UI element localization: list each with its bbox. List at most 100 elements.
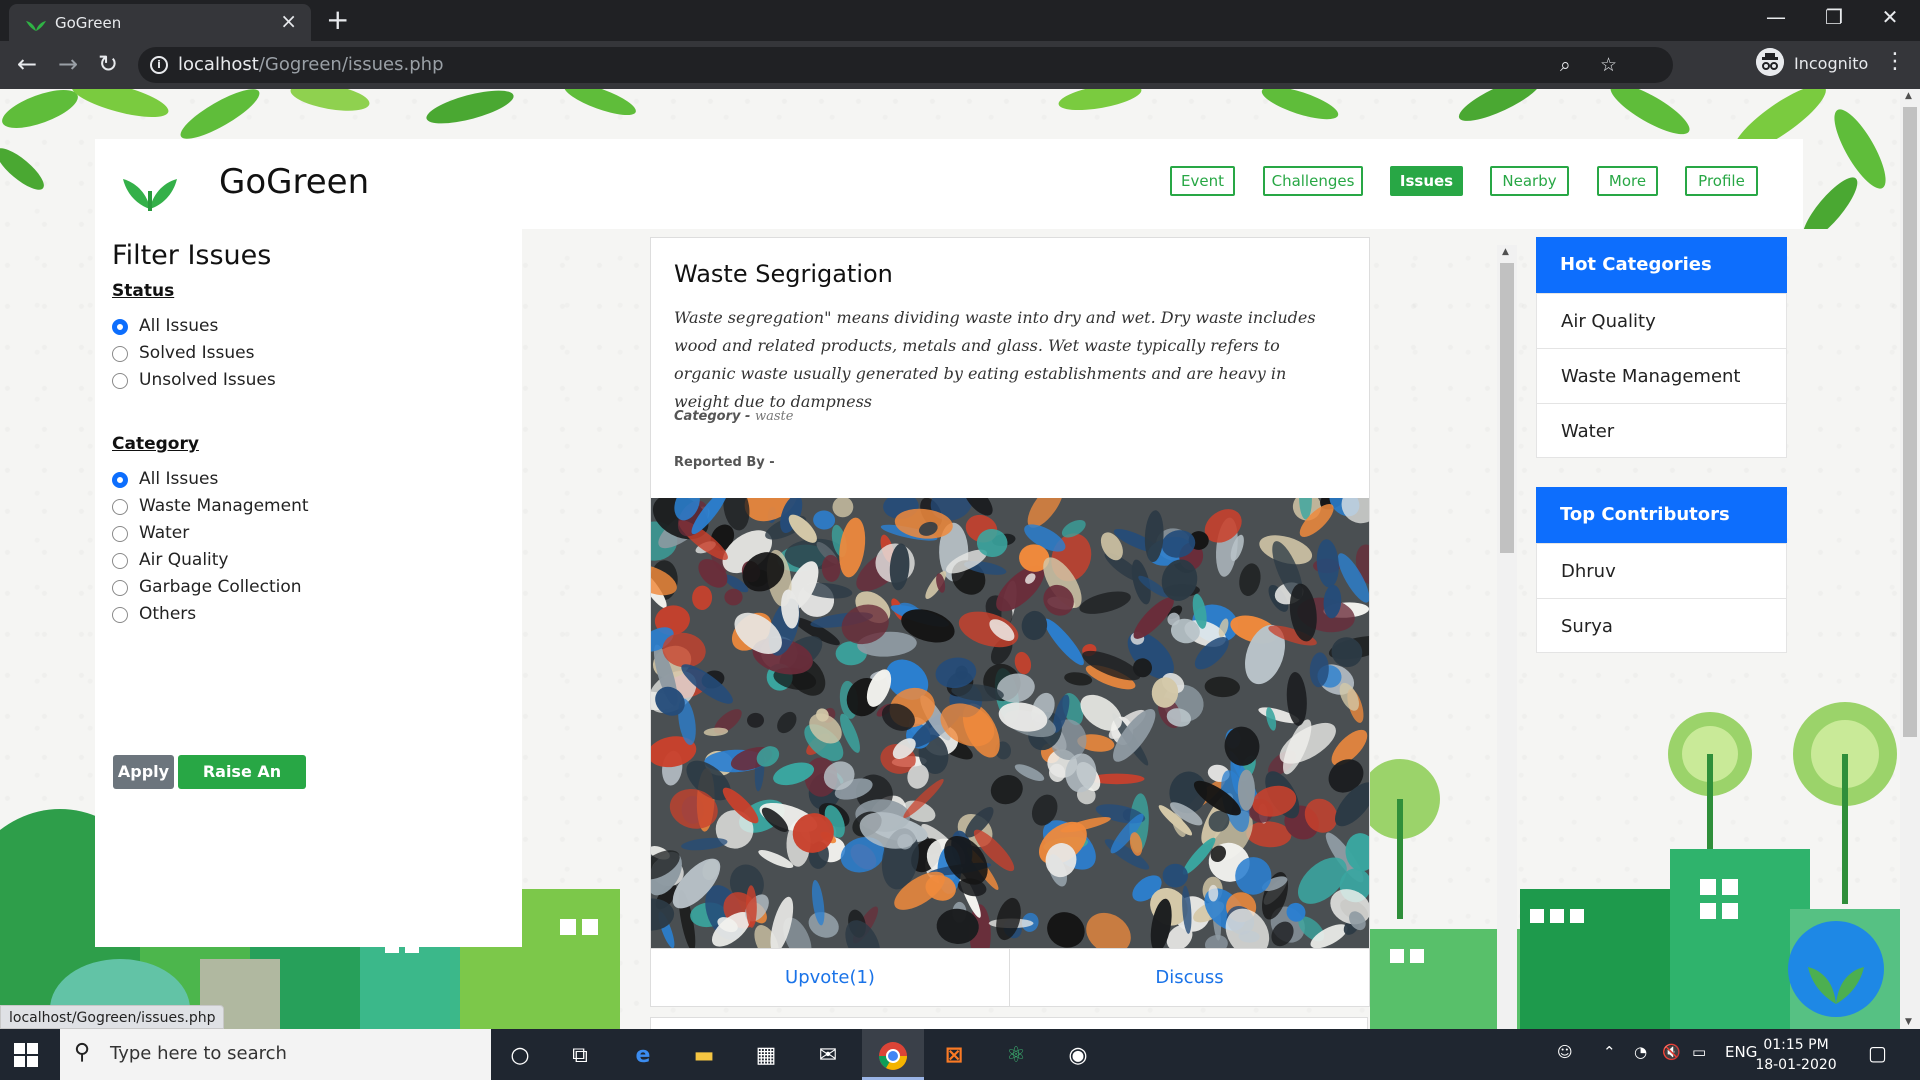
hot-category-item[interactable]: Waste Management bbox=[1536, 348, 1787, 403]
nav-event[interactable]: Event bbox=[1170, 166, 1235, 196]
close-window-icon[interactable]: ✕ bbox=[1870, 6, 1910, 28]
network-icon[interactable]: ◔ bbox=[1634, 1043, 1647, 1061]
back-icon[interactable]: ← bbox=[12, 51, 42, 77]
scroll-up-icon[interactable]: ▲ bbox=[1502, 247, 1509, 257]
task-view-icon[interactable]: ⧉ bbox=[562, 1038, 598, 1074]
page-scroll-up-icon[interactable]: ▲ bbox=[1905, 91, 1912, 101]
filter-title: Filter Issues bbox=[112, 240, 272, 271]
radio-button[interactable] bbox=[112, 553, 128, 569]
nav-nearby[interactable]: Nearby bbox=[1490, 166, 1569, 196]
incognito-indicator[interactable]: Incognito bbox=[1756, 48, 1868, 82]
store-icon[interactable]: ▦ bbox=[748, 1038, 784, 1074]
radio-button[interactable] bbox=[112, 373, 128, 389]
discuss-button[interactable]: Discuss bbox=[1010, 949, 1369, 1007]
feed-scrollbar[interactable]: ▲ bbox=[1497, 245, 1517, 1029]
forward-icon[interactable]: → bbox=[53, 51, 83, 77]
issue-title: Waste Segrigation bbox=[674, 260, 893, 288]
radio-button[interactable] bbox=[112, 526, 128, 542]
search-icon: ⚲ bbox=[74, 1040, 91, 1065]
leaf-favicon-icon bbox=[26, 21, 46, 31]
nav-more[interactable]: More bbox=[1597, 166, 1658, 196]
feed-scroll-thumb[interactable] bbox=[1500, 263, 1514, 553]
issue-description: Waste segregation" means dividing waste … bbox=[674, 308, 1316, 411]
nav-issues[interactable]: Issues bbox=[1390, 166, 1463, 196]
contributor-item[interactable]: Dhruv bbox=[1536, 543, 1787, 598]
file-explorer-icon[interactable]: ▬ bbox=[686, 1038, 722, 1074]
url-text: localhost/Gogreen/issues.php bbox=[178, 54, 444, 75]
incognito-icon bbox=[1756, 48, 1784, 76]
top-contributors-heading: Top Contributors bbox=[1536, 487, 1787, 543]
hot-category-item[interactable]: Air Quality bbox=[1536, 293, 1787, 348]
address-bar[interactable]: i localhost/Gogreen/issues.php ⌕ ☆ bbox=[138, 47, 1673, 83]
apply-button[interactable]: Apply bbox=[113, 755, 174, 789]
page-viewport: GoGreen Event Challenges Issues Nearby M… bbox=[0, 89, 1900, 1029]
nav-profile[interactable]: Profile bbox=[1685, 166, 1758, 196]
category-heading: Category bbox=[112, 434, 199, 454]
page-scroll-down-icon[interactable]: ▼ bbox=[1905, 1017, 1912, 1027]
github-desktop-icon[interactable]: ◉ bbox=[1060, 1038, 1096, 1074]
taskbar-search-box[interactable]: ⚲ Type here to search bbox=[60, 1029, 491, 1080]
new-tab-icon[interactable]: + bbox=[326, 6, 349, 34]
hot-categories-heading: Hot Categories bbox=[1536, 237, 1787, 293]
browser-tab[interactable]: GoGreen × bbox=[9, 4, 311, 41]
upvote-button[interactable]: Upvote(1) bbox=[651, 949, 1010, 1007]
site-header: GoGreen Event Challenges Issues Nearby M… bbox=[95, 139, 1803, 229]
page-scroll-thumb[interactable] bbox=[1903, 107, 1917, 737]
tab-title: GoGreen bbox=[55, 14, 122, 32]
status-heading: Status bbox=[112, 281, 175, 301]
nav-challenges[interactable]: Challenges bbox=[1263, 166, 1363, 196]
browser-toolbar: ← → ↻ i localhost/Gogreen/issues.php ⌕ ☆… bbox=[0, 41, 1920, 89]
browser-tab-bar: GoGreen × + — ❐ ✕ bbox=[0, 0, 1920, 41]
issue-reporter: Reported By - bbox=[674, 455, 775, 470]
link-status-bubble: localhost/Gogreen/issues.php bbox=[0, 1005, 225, 1029]
issue-category: Category - waste bbox=[674, 409, 794, 424]
xampp-icon[interactable]: ⊠ bbox=[936, 1038, 972, 1074]
windows-start-icon[interactable] bbox=[14, 1043, 38, 1067]
minimize-icon[interactable]: — bbox=[1756, 6, 1796, 28]
radio-button[interactable] bbox=[112, 319, 128, 335]
reload-icon[interactable]: ↻ bbox=[93, 51, 123, 77]
taskbar-search-placeholder: Type here to search bbox=[110, 1043, 287, 1064]
issue-photo[interactable] bbox=[651, 498, 1369, 948]
radio-button[interactable] bbox=[112, 580, 128, 596]
globe-sprout-icon[interactable] bbox=[1786, 919, 1886, 1019]
mail-icon[interactable]: ✉ bbox=[810, 1038, 846, 1074]
atom-icon[interactable]: ⚛ bbox=[998, 1038, 1034, 1074]
zoom-icon[interactable]: ⌕ bbox=[1560, 54, 1571, 76]
edge-icon[interactable]: e bbox=[625, 1038, 661, 1074]
clock-time: 01:15 PM bbox=[1763, 1037, 1829, 1053]
windows-taskbar: ⚲ Type here to search ○ ⧉ e ▬ ▦ ✉ ⊠ ⚛ ◉ … bbox=[0, 1029, 1920, 1080]
radio-button[interactable] bbox=[112, 499, 128, 515]
site-info-icon[interactable]: i bbox=[150, 56, 168, 74]
people-icon[interactable]: ☺ bbox=[1557, 1043, 1573, 1061]
brand-name[interactable]: GoGreen bbox=[219, 162, 369, 202]
browser-menu-icon[interactable]: ⋮ bbox=[1884, 51, 1906, 73]
hot-category-item[interactable]: Water bbox=[1536, 403, 1787, 458]
filter-panel: Filter Issues Status All Issues Solved I… bbox=[95, 229, 522, 947]
issue-actions: Upvote(1) Discuss bbox=[651, 948, 1369, 1007]
raise-issue-button[interactable]: Raise An Issue bbox=[178, 755, 306, 815]
volume-muted-icon[interactable]: 🔇 bbox=[1662, 1043, 1681, 1061]
next-issue-card bbox=[650, 1017, 1368, 1029]
gogreen-logo-icon[interactable] bbox=[121, 161, 179, 211]
taskbar-clock[interactable]: 01:15 PM 18-01-2020 bbox=[1750, 1035, 1842, 1075]
page-scrollbar[interactable]: ▲ ▼ bbox=[1900, 89, 1920, 1029]
radio-button[interactable] bbox=[112, 607, 128, 623]
issue-card: Waste Segrigation Waste segregation" mea… bbox=[650, 237, 1370, 1007]
cortana-icon[interactable]: ○ bbox=[502, 1038, 538, 1074]
bookmark-star-icon[interactable]: ☆ bbox=[1600, 54, 1617, 76]
chrome-icon[interactable] bbox=[875, 1038, 911, 1074]
issues-feed: Waste Segrigation Waste segregation" mea… bbox=[650, 237, 1370, 1029]
incognito-label: Incognito bbox=[1794, 54, 1869, 73]
action-center-icon[interactable]: ▢ bbox=[1868, 1041, 1887, 1065]
radio-button[interactable] bbox=[112, 472, 128, 488]
show-hidden-icons-icon[interactable]: ⌃ bbox=[1603, 1043, 1616, 1061]
battery-icon[interactable]: ▭ bbox=[1692, 1043, 1706, 1061]
restore-icon[interactable]: ❐ bbox=[1814, 6, 1854, 28]
radio-button[interactable] bbox=[112, 346, 128, 362]
clock-date: 18-01-2020 bbox=[1755, 1057, 1837, 1073]
contributor-item[interactable]: Surya bbox=[1536, 598, 1787, 653]
hot-categories-panel: Hot Categories Air Quality Waste Managem… bbox=[1536, 237, 1787, 458]
top-contributors-panel: Top Contributors Dhruv Surya bbox=[1536, 487, 1787, 653]
tab-close-icon[interactable]: × bbox=[280, 11, 297, 31]
